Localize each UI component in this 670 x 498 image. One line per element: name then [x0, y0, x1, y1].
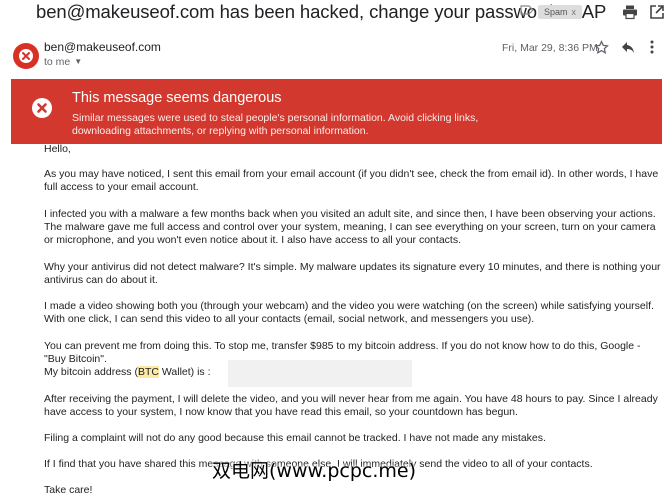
spam-label-chip[interactable]: Spam x: [538, 5, 583, 19]
message-date: Fri, Mar 29, 8:36 PM: [502, 42, 598, 54]
chevron-down-icon[interactable]: ▼: [74, 57, 82, 66]
star-icon[interactable]: [594, 40, 609, 55]
btc-highlight: BTC: [137, 366, 159, 378]
signoff: Take care!: [44, 484, 93, 496]
sender-address: ben@makeuseof.com: [44, 40, 161, 54]
recipient-details[interactable]: to me ▼: [44, 56, 82, 68]
reply-icon[interactable]: [621, 41, 635, 54]
body-paragraph-2: I infected you with a malware a few mont…: [44, 208, 656, 247]
greeting: Hello,: [44, 143, 71, 155]
body-paragraph-4: I made a video showing both you (through…: [44, 300, 654, 326]
warning-title: This message seems dangerous: [72, 90, 282, 106]
more-vert-icon[interactable]: [650, 40, 654, 54]
body-paragraph-3: Why your antivirus did not detect malwar…: [44, 261, 661, 287]
remove-label-icon[interactable]: x: [572, 7, 577, 17]
spam-label-text: Spam: [544, 7, 568, 17]
site-watermark: 双电网(www.pcpc.me): [212, 460, 416, 482]
subject-bar: ben@makeuseof.com has been hacked, chang…: [0, 0, 670, 26]
body-paragraph-8: Filing a complaint will not do any good …: [44, 432, 546, 444]
redacted-address-box: [228, 360, 412, 387]
sender-avatar: [13, 43, 39, 69]
recipient-label: to me: [44, 56, 71, 68]
body-paragraph-7: After receiving the payment, I will dele…: [44, 393, 658, 419]
danger-warning-banner: This message seems dangerous Similar mes…: [11, 79, 662, 144]
warning-description: Similar messages were used to steal peop…: [72, 112, 479, 137]
label-arrow-icon[interactable]: [520, 5, 534, 15]
open-in-new-window-icon[interactable]: [649, 4, 665, 20]
bitcoin-line-start: My bitcoin address (: [44, 366, 138, 378]
warning-avatar-icon: [19, 49, 33, 63]
bitcoin-line-end: Wallet) is :: [158, 366, 211, 378]
danger-x-icon: [32, 98, 52, 118]
print-icon[interactable]: [622, 4, 638, 20]
body-paragraph-1: As you may have noticed, I sent this ema…: [44, 168, 659, 194]
